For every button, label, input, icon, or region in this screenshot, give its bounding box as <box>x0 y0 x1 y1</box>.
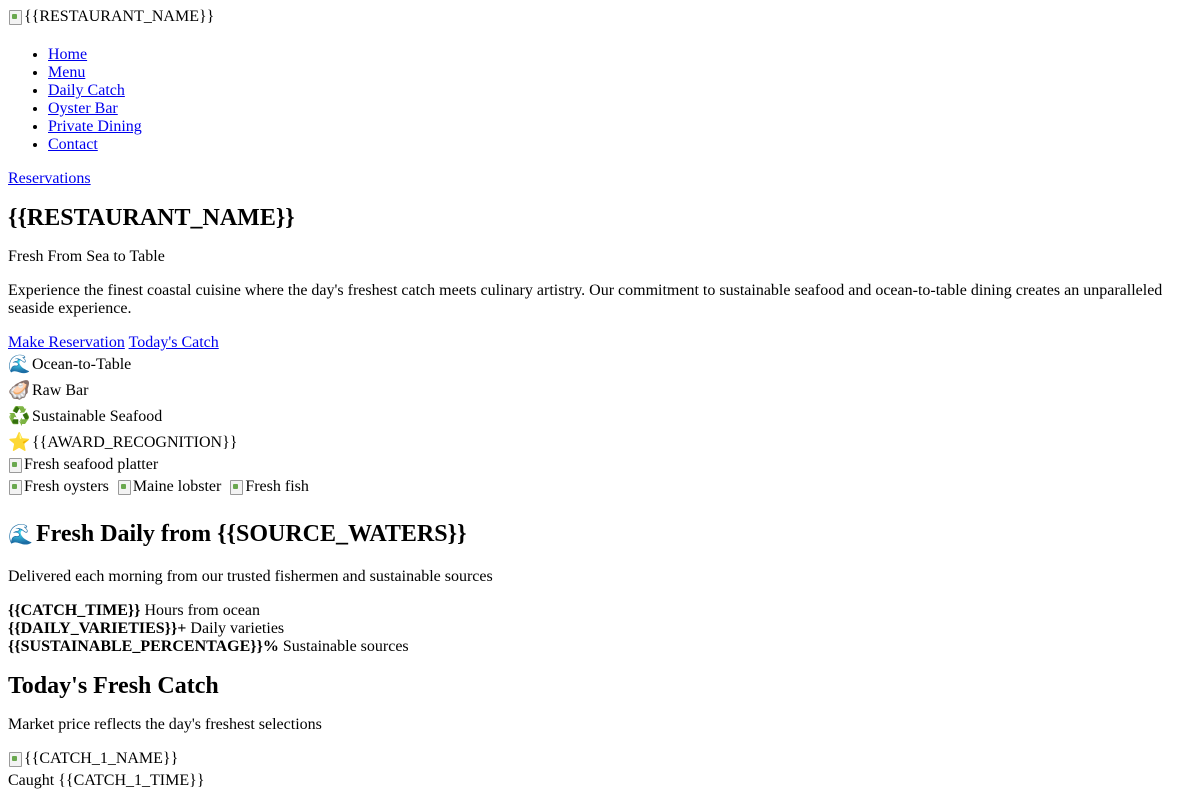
star-icon: ⭐ <box>8 432 31 453</box>
catch-item-caught: Caught {{CATCH_1_TIME}} <box>8 772 205 789</box>
stat-value: {{DAILY_VARIETIES}}+ <box>8 620 187 637</box>
stat-catch-time: {{CATCH_TIME}} Hours from ocean <box>8 602 1192 620</box>
feature-ocean-to-table: 🌊 Ocean-to-Table <box>8 352 1192 378</box>
source-stats: {{CATCH_TIME}} Hours from ocean {{DAILY_… <box>8 602 1192 656</box>
hero-main-image: Fresh seafood platter <box>8 456 158 474</box>
feature-raw-bar: 🦪 Raw Bar <box>8 378 1192 404</box>
broken-image-icon <box>8 9 22 25</box>
nav-item-contact: Contact <box>48 136 1192 154</box>
hero-features: 🌊 Ocean-to-Table 🦪 Raw Bar ♻️ Sustainabl… <box>8 352 1192 456</box>
todays-catch-button[interactable]: Today's Catch <box>129 334 219 351</box>
wave-icon: 🌊 <box>8 354 31 375</box>
nav-link-menu[interactable]: Menu <box>48 64 85 81</box>
site-header: {{RESTAURANT_NAME}} Home Menu Daily Catc… <box>8 8 1192 188</box>
hero-thumb-images: Fresh oysters Maine lobster Fresh fish <box>8 478 1192 500</box>
stat-label: Daily varieties <box>190 620 285 637</box>
logo-alt-text: {{RESTAURANT_NAME}} <box>24 8 215 25</box>
feature-label: Ocean-to-Table <box>32 356 132 373</box>
stat-label: Hours from ocean <box>144 602 260 619</box>
feature-label: Sustainable Seafood <box>32 408 163 425</box>
main-nav: Home Menu Daily Catch Oyster Bar Private… <box>8 46 1192 154</box>
hero-title: {{RESTAURANT_NAME}} <box>8 205 295 231</box>
source-section: 🌊 Fresh Daily from {{SOURCE_WATERS}} Deli… <box>8 520 1192 656</box>
feature-label: Raw Bar <box>32 382 89 399</box>
image-alt-text: Maine lobster <box>132 478 222 495</box>
hero-cta-row: Make Reservation Today's Catch <box>8 334 1192 352</box>
feature-award: ⭐ {{AWARD_RECOGNITION}} <box>8 430 1192 456</box>
thumb-image-fish: Fresh fish <box>229 478 309 496</box>
nav-link-oyster-bar[interactable]: Oyster Bar <box>48 100 118 117</box>
stat-daily-varieties: {{DAILY_VARIETIES}}+ Daily varieties <box>8 620 1192 638</box>
hero-section: {{RESTAURANT_NAME}} Fresh From Sea to Ta… <box>8 204 1192 500</box>
nav-item-menu: Menu <box>48 64 1192 82</box>
nav-link-home[interactable]: Home <box>48 46 87 63</box>
image-alt-text: Fresh fish <box>245 478 309 495</box>
nav-item-daily-catch: Daily Catch <box>48 82 1192 100</box>
nav-item-private-dining: Private Dining <box>48 118 1192 136</box>
reservations-link[interactable]: Reservations <box>8 170 91 187</box>
hero-tagline: Fresh From Sea to Table <box>8 248 165 265</box>
broken-image-icon <box>8 479 22 495</box>
catch-subtitle: Market price reflects the day's freshest… <box>8 716 322 733</box>
nav-link-contact[interactable]: Contact <box>48 136 98 153</box>
feature-label: {{AWARD_RECOGNITION}} <box>32 434 238 451</box>
nav-item-oyster-bar: Oyster Bar <box>48 100 1192 118</box>
source-title: 🌊 Fresh Daily from {{SOURCE_WATERS}} <box>8 520 1192 548</box>
source-subtitle: Delivered each morning from our trusted … <box>8 568 493 585</box>
catch-title: Today's Fresh Catch <box>8 673 219 699</box>
thumb-image-lobster: Maine lobster <box>117 478 221 496</box>
stat-value: {{SUSTAINABLE_PERCENTAGE}}% <box>8 638 279 655</box>
make-reservation-button[interactable]: Make Reservation <box>8 334 125 351</box>
broken-image-icon <box>117 479 131 495</box>
image-alt-text: Fresh seafood platter <box>24 456 159 473</box>
catch-item-image: {{CATCH_1_NAME}} <box>8 750 178 768</box>
wave-icon: 🌊 <box>8 522 33 546</box>
recycle-icon: ♻️ <box>8 406 31 427</box>
thumb-image-oysters: Fresh oysters <box>8 478 109 496</box>
oyster-icon: 🦪 <box>8 380 31 401</box>
logo[interactable]: {{RESTAURANT_NAME}} <box>8 8 214 26</box>
broken-image-icon <box>8 751 22 767</box>
reservations-link-wrap: Reservations <box>8 170 1192 188</box>
nav-link-daily-catch[interactable]: Daily Catch <box>48 82 125 99</box>
stat-label: Sustainable sources <box>282 638 409 655</box>
catch-item: {{CATCH_1_NAME}} Caught {{CATCH_1_TIME}} <box>8 750 1192 790</box>
image-alt-text: Fresh oysters <box>24 478 109 495</box>
source-title-text: Fresh Daily from {{SOURCE_WATERS}} <box>36 521 467 547</box>
nav-item-home: Home <box>48 46 1192 64</box>
broken-image-icon <box>229 479 244 495</box>
image-alt-text: {{CATCH_1_NAME}} <box>24 750 179 767</box>
stat-value: {{CATCH_TIME}} <box>8 602 141 619</box>
hero-description: Experience the finest coastal cuisine wh… <box>8 282 1163 317</box>
feature-sustainable-seafood: ♻️ Sustainable Seafood <box>8 404 1192 430</box>
stat-sustainable-percentage: {{SUSTAINABLE_PERCENTAGE}}% Sustainable … <box>8 638 1192 656</box>
catch-section: Today's Fresh Catch Market price reflect… <box>8 672 1192 790</box>
nav-link-private-dining[interactable]: Private Dining <box>48 118 142 135</box>
broken-image-icon <box>8 457 22 473</box>
